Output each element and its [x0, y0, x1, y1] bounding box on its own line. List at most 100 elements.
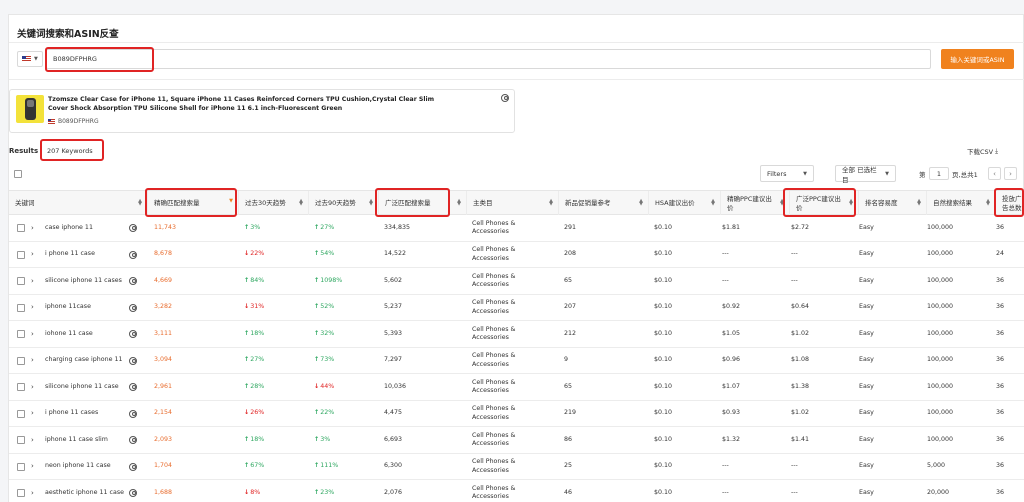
filters-dropdown[interactable]: Filters ▼ [760, 165, 814, 182]
row-checkbox[interactable] [17, 356, 25, 365]
keyword-cell[interactable]: charging case iphone 11 [45, 348, 127, 374]
ppc-broad-cell: $1.41 [791, 435, 810, 443]
user-icon[interactable] [129, 409, 137, 418]
table-row[interactable]: › silicone iphone 11 cases 4,669 ↑ 84% ↑ 1098%… [9, 268, 1024, 295]
keyword-cell[interactable]: neon iphone 11 case [45, 454, 127, 480]
user-icon[interactable] [129, 383, 137, 391]
keyword-cell[interactable]: aesthetic iphone 11 case [45, 480, 127, 502]
table-row[interactable]: › iohone 11 case 3,111 ↑ 18% ↑ 32% 5,393 Cell Ph… [9, 321, 1024, 348]
search-input[interactable] [46, 49, 931, 69]
trend-up-icon: ↑ [244, 329, 250, 337]
col-hsa-bid[interactable]: HSA建议出价 ▲ ▼ [648, 191, 720, 216]
next-page-button[interactable]: › [1004, 167, 1017, 180]
expand-chevron-icon[interactable]: › [31, 348, 34, 374]
product-title: Tzomsze Clear Case for iPhone 11, Square… [48, 96, 435, 112]
table-row[interactable]: › charging case iphone 11 3,094 ↑ 27% ↑ 73% 7,2… [9, 347, 1024, 374]
table-row[interactable]: › iphone 11 case slim 2,093 ↑ 18% ↑ 3% 6,693 Cel… [9, 427, 1024, 454]
col-organic[interactable]: 自然搜索结果 ▲ ▼ [926, 191, 995, 216]
expand-chevron-icon[interactable]: › [31, 321, 34, 347]
sort-icon: ▲ ▼ [299, 198, 303, 207]
table-row[interactable]: › i phone 11 cases 2,154 ↓ 26% ↑ 22% 4,475 Cell … [9, 400, 1024, 427]
expand-chevron-icon[interactable]: › [31, 374, 34, 400]
trend-down-icon: ↓ [314, 382, 320, 390]
user-icon[interactable] [129, 489, 137, 497]
keyword-cell[interactable]: silicone iphone 11 cases [45, 268, 127, 294]
table-row[interactable]: › case iphone 11 11,743 ↑ 3% ↑ 27% 334,835 Cell … [9, 215, 1024, 242]
ppc-broad-cell: --- [791, 276, 798, 284]
row-checkbox[interactable] [17, 383, 25, 391]
ppc-broad-cell: $1.38 [791, 382, 810, 390]
ads-cell: 24 [996, 250, 1005, 258]
marketplace-select[interactable]: ▼ [17, 51, 43, 67]
expand-chevron-icon[interactable]: › [31, 242, 34, 268]
trend-90-cell: ↑ 27% [314, 223, 335, 231]
row-checkbox[interactable] [17, 250, 25, 259]
row-checkbox[interactable] [17, 303, 25, 312]
keyword-cell[interactable]: case iphone 11 [45, 215, 127, 241]
product-card[interactable]: Tzomsze Clear Case for iPhone 11, Square… [9, 89, 515, 133]
user-icon[interactable] [501, 94, 509, 102]
keyword-cell[interactable]: iohone 11 case [45, 321, 127, 347]
col-trend-90[interactable]: 过去90天趋势 ▲ ▼ [308, 191, 378, 216]
row-checkbox[interactable] [17, 462, 25, 471]
exact-volume-cell: 2,093 [154, 435, 173, 443]
row-checkbox[interactable] [17, 224, 25, 232]
col-broad-volume[interactable]: 广泛匹配搜索量 ▲ ▼ [378, 191, 466, 216]
col-exact-volume[interactable]: 精确匹配搜索量 ▼ [147, 191, 238, 216]
keyword-cell[interactable]: i phone 11 case [45, 242, 127, 268]
col-ease[interactable]: 排名容易度 ▲ ▼ [858, 191, 926, 216]
col-ads[interactable]: 投放广告总数 [995, 191, 1024, 216]
col-category[interactable]: 主类目 ▲ ▼ [466, 191, 558, 216]
user-icon[interactable] [129, 277, 137, 285]
col-keyword[interactable]: 关键词 ▲ ▼ [9, 191, 147, 216]
user-icon[interactable] [129, 436, 137, 444]
user-icon[interactable] [129, 224, 137, 232]
col-ppc-exact[interactable]: 精确PPC建议出价 ▲ ▼ [720, 191, 789, 216]
category-cell: Cell Phones & Accessories [472, 325, 516, 342]
user-icon[interactable] [129, 303, 137, 312]
expand-chevron-icon[interactable]: › [31, 295, 34, 321]
expand-chevron-icon[interactable]: › [31, 480, 34, 502]
table-row[interactable]: › iphone 11case 3,282 ↓ 31% ↑ 52% 5,237 Cell Pho… [9, 294, 1024, 321]
col-ppc-broad[interactable]: 广泛PPC建议出价 ▲ ▼ [789, 191, 858, 216]
row-checkbox[interactable] [17, 436, 25, 444]
exact-volume-cell: 2,154 [154, 409, 173, 417]
keyword-cell[interactable]: iphone 11 case slim [45, 427, 127, 453]
promo-cell: 219 [564, 409, 577, 417]
user-icon[interactable] [129, 250, 137, 259]
table-row[interactable]: › i phone 11 case 8,678 ↓ 22% ↑ 54% 14,522 Cell … [9, 241, 1024, 268]
keyword-cell[interactable]: i phone 11 cases [45, 401, 127, 427]
expand-chevron-icon[interactable]: › [31, 215, 34, 241]
row-checkbox[interactable] [17, 330, 25, 338]
row-checkbox[interactable] [17, 277, 25, 285]
download-csv-button[interactable]: 下载CSV ⤓ [967, 146, 998, 157]
broad-volume-cell: 7,297 [384, 356, 403, 364]
user-icon[interactable] [129, 356, 137, 365]
user-icon[interactable] [129, 330, 137, 338]
table-row[interactable]: › aesthetic iphone 11 case 1,688 ↓ 8% ↑ 23% 2,0… [9, 480, 1024, 502]
search-button[interactable]: 输入关键词或ASIN [941, 49, 1014, 69]
row-checkbox[interactable] [17, 489, 25, 497]
page-input[interactable]: 1 [929, 167, 949, 180]
expand-chevron-icon[interactable]: › [31, 268, 34, 294]
page-title: 关键词搜索和ASIN反查 [17, 29, 119, 40]
expand-chevron-icon[interactable]: › [31, 401, 34, 427]
col-trend-30[interactable]: 过去30天趋势 ▲ ▼ [238, 191, 308, 216]
expand-chevron-icon[interactable]: › [31, 454, 34, 480]
columns-dropdown[interactable]: 全部 已选栏目 ▼ [835, 165, 896, 184]
select-all-checkbox[interactable] [14, 170, 22, 178]
row-checkbox[interactable] [17, 409, 25, 418]
exact-volume-cell: 3,282 [154, 303, 173, 311]
col-promo[interactable]: 新品促销量参考 ▲ ▼ [558, 191, 648, 216]
trend-up-icon: ↑ [244, 276, 250, 284]
keyword-cell[interactable]: iphone 11case [45, 295, 127, 321]
prev-page-button[interactable]: ‹ [988, 167, 1001, 180]
keyword-cell[interactable]: silicone iphone 11 case [45, 374, 127, 400]
trend-up-icon: ↑ [244, 462, 250, 470]
download-icon: ⤓ [995, 146, 998, 155]
user-icon[interactable] [129, 462, 137, 471]
expand-chevron-icon[interactable]: › [31, 427, 34, 453]
product-image [16, 95, 44, 123]
table-row[interactable]: › neon iphone 11 case 1,704 ↑ 67% ↑ 111% 6,300 C… [9, 453, 1024, 480]
table-row[interactable]: › silicone iphone 11 case 2,961 ↑ 28% ↓ 44% 10,… [9, 374, 1024, 401]
